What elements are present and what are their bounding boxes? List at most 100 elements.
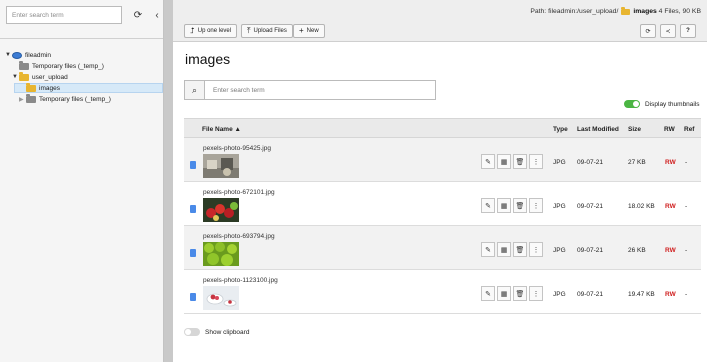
file-size: 18.02 KB [628,203,655,210]
help-button[interactable]: ? [680,24,696,38]
tree-node-temp[interactable]: Temporary files (_temp_) [12,61,104,71]
file-name[interactable]: pexels-photo-672101.jpg [203,189,275,196]
chevron-left-icon[interactable]: ‹ [150,8,164,22]
up-one-level-label: Up one level [197,28,232,34]
edit-pencil-icon[interactable]: ✎ [481,198,495,213]
info-icon[interactable]: ▦ [497,286,511,301]
trash-icon[interactable]: 🗑 [513,242,527,257]
file-thumbnail[interactable] [203,198,239,222]
file-size: 27 KB [628,159,646,166]
file-size: 26 KB [628,247,646,254]
tree-node-images[interactable]: images [19,83,60,93]
file-type: JPG [553,291,566,298]
file-thumbnail[interactable] [203,154,239,178]
tree-node-fileadmin[interactable]: ▼ fileadmin [5,50,51,60]
file-table: File Name ▲ Type Last Modified Size RW R… [184,118,701,314]
column-last-modified[interactable]: Last Modified [577,126,619,133]
page-title: images [185,51,231,67]
info-icon[interactable]: ▦ [497,242,511,257]
file-permissions: RW [665,203,676,210]
file-modified: 09-07-21 [577,291,604,298]
more-options-icon[interactable]: ⋮ [529,198,543,213]
share-button[interactable]: ≺ [660,24,676,38]
table-row[interactable]: pexels-photo-672101.jpg ✎ ▦ 🗑 ⋮ JPG 09-0… [184,182,701,226]
file-type: JPG [553,203,566,210]
table-row[interactable]: pexels-photo-693794.jpg ✎ ▦ 🗑 ⋮ JPG 09-0… [184,226,701,270]
tree-toggle[interactable]: ▼ [12,74,19,80]
trash-icon[interactable]: 🗑 [513,198,527,213]
search-input[interactable] [204,80,436,100]
image-file-icon [190,161,196,169]
file-name[interactable]: pexels-photo-693794.jpg [203,233,275,240]
edit-pencil-icon[interactable]: ✎ [481,242,495,257]
path-current: images [633,8,657,15]
clipboard-label: Show clipboard [205,329,250,336]
refresh-icon[interactable]: ⟳ [131,8,145,22]
tree-node-label: Temporary files (_temp_) [39,95,111,103]
tree-node-label: user_upload [32,73,68,81]
up-one-level-button[interactable]: ⮥ Up one level [184,24,238,38]
trash-icon[interactable]: 🗑 [513,286,527,301]
column-rw[interactable]: RW [664,126,675,133]
tree-node-user-upload[interactable]: ▼ user_upload [12,72,68,82]
file-modified: 09-07-21 [577,247,604,254]
globe-icon [12,51,22,59]
folder-tree-pane: ⟳ ‹ ▼ fileadmin Temporary files (_temp_)… [0,0,164,362]
folder-icon [19,61,29,70]
image-file-icon [190,249,196,257]
more-options-icon[interactable]: ⋮ [529,242,543,257]
search-icon[interactable]: ⌕ [184,80,204,100]
folder-icon [19,72,29,81]
info-icon[interactable]: ▦ [497,198,511,213]
file-thumbnail[interactable] [203,286,239,310]
upload-files-label: Upload Files [253,28,287,34]
file-references: - [685,159,688,166]
file-references: - [685,203,688,210]
trash-icon[interactable]: 🗑 [513,154,527,169]
new-label: New [306,28,319,34]
file-size: 19.47 KB [628,291,655,298]
refresh-icon: ⟳ [645,28,651,35]
edit-pencil-icon[interactable]: ✎ [481,154,495,169]
tree-search-input[interactable] [6,6,122,24]
column-size[interactable]: Size [628,126,641,133]
tree-node-label: Temporary files (_temp_) [32,62,104,70]
table-header: File Name ▲ Type Last Modified Size RW R… [184,118,701,138]
info-icon[interactable]: ▦ [497,154,511,169]
file-permissions: RW [665,291,676,298]
pane-splitter[interactable] [164,0,173,362]
clipboard-toggle[interactable] [184,328,200,336]
folder-icon [26,94,36,103]
thumbnails-toggle[interactable] [624,100,640,108]
edit-pencil-icon[interactable]: ✎ [481,286,495,301]
tree-node-label: fileadmin [25,51,52,59]
table-row[interactable]: pexels-photo-95425.jpg ✎ ▦ 🗑 ⋮ JPG 09-07… [184,138,701,182]
column-file-name[interactable]: File Name ▲ [202,126,241,133]
more-options-icon[interactable]: ⋮ [529,154,543,169]
folder-icon [621,7,631,15]
upload-icon: ⤒ [247,26,251,35]
reload-button[interactable]: ⟳ [640,24,656,38]
new-button[interactable]: + New [293,24,325,38]
upload-files-button[interactable]: ⤒ Upload Files [241,24,293,38]
level-up-icon: ⮥ [190,26,195,35]
file-type: JPG [553,247,566,254]
file-modified: 09-07-21 [577,159,604,166]
column-ref[interactable]: Ref [684,126,694,133]
file-name[interactable]: pexels-photo-1123100.jpg [203,277,278,284]
tree-node-temp-sub[interactable]: ▶ Temporary files (_temp_) [19,94,111,104]
share-icon: ≺ [665,28,671,35]
tree-toggle[interactable]: ▶ [19,96,26,103]
image-file-icon [190,293,196,301]
table-row[interactable]: pexels-photo-1123100.jpg ✎ ▦ 🗑 ⋮ JPG 09-… [184,270,701,314]
file-name[interactable]: pexels-photo-95425.jpg [203,145,271,152]
file-thumbnail[interactable] [203,242,239,266]
more-options-icon[interactable]: ⋮ [529,286,543,301]
folder-icon [26,83,36,92]
tree-toggle[interactable]: ▼ [5,52,12,58]
column-type[interactable]: Type [553,126,568,133]
file-permissions: RW [665,247,676,254]
breadcrumb: Path: fileadmin:/user_upload/ images 4 F… [530,7,701,15]
help-icon: ? [686,28,690,34]
tree-node-label: images [39,84,60,92]
